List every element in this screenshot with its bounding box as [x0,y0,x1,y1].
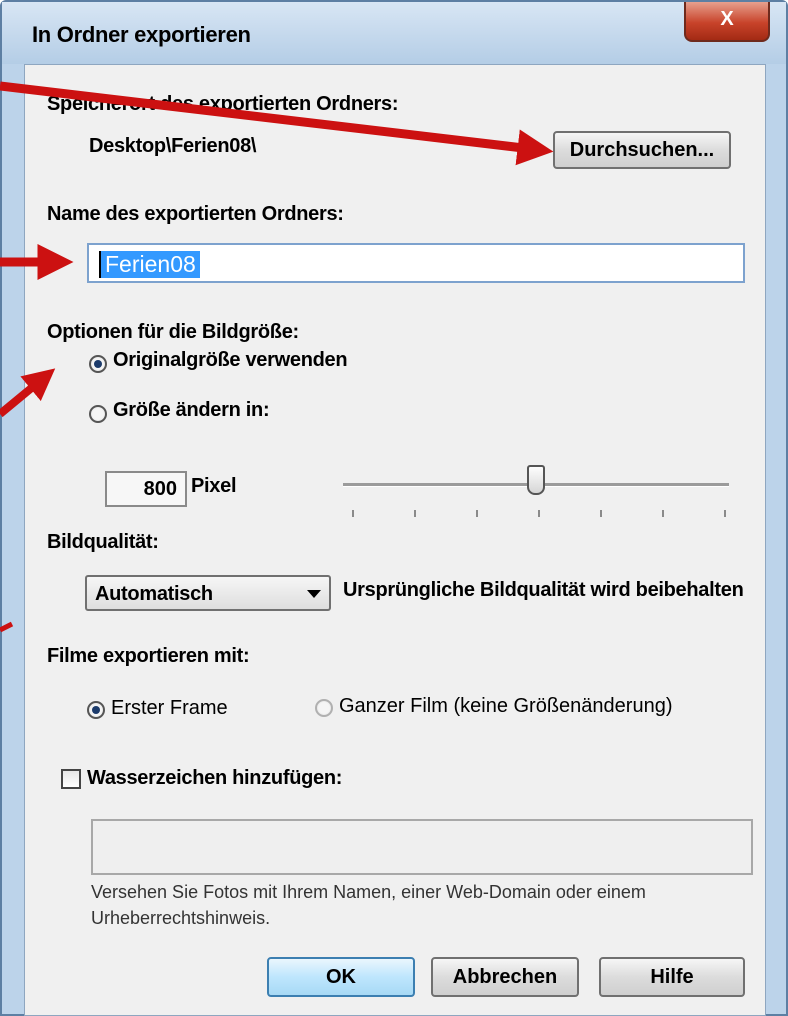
annotation-arrows [0,81,554,633]
annotation-arrow [0,621,14,633]
annotation-arrow [0,368,56,418]
annotation-arrow [0,81,554,166]
